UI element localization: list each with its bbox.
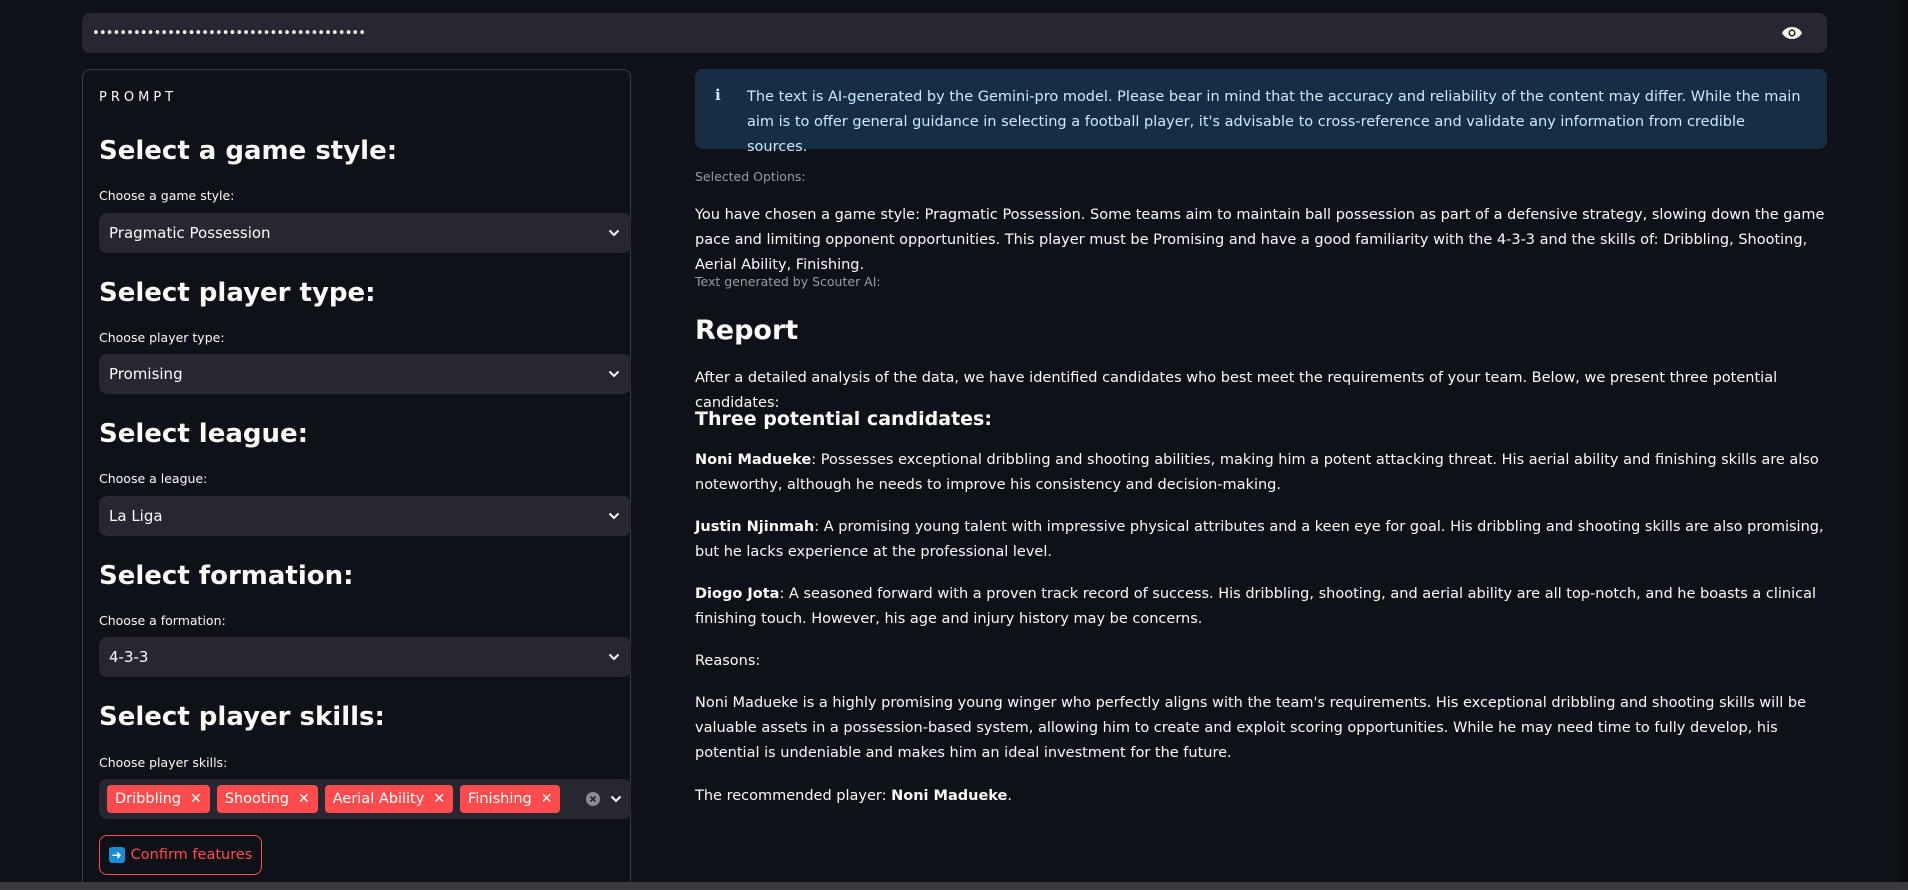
skills-title: Select player skills: — [99, 702, 385, 732]
generated-label: Text generated by Scouter AI: — [695, 274, 881, 289]
skills-multiselect[interactable]: Dribbling ✕ Shooting ✕ Aerial Ability ✕ … — [99, 779, 631, 819]
player-type-select[interactable]: Promising — [99, 354, 631, 394]
skill-tag-label: Finishing — [468, 791, 532, 807]
api-key-value[interactable]: •••••••••••••••••••••••••••••••••••••••• — [92, 26, 1779, 41]
bottom-bar — [0, 882, 1908, 890]
remove-tag-icon[interactable]: ✕ — [298, 791, 310, 807]
candidate-description: : A seasoned forward with a proven track… — [695, 586, 1816, 627]
league-value: La Liga — [109, 507, 163, 525]
skills-label: Choose player skills: — [99, 755, 228, 770]
scrollbar-track[interactable] — [1901, 0, 1908, 882]
skill-tag: Aerial Ability ✕ — [324, 785, 454, 813]
game-style-select[interactable]: Pragmatic Possession — [99, 213, 631, 253]
game-style-title: Select a game style: — [99, 136, 398, 166]
chevron-down-icon[interactable] — [607, 509, 621, 523]
reasons-text: Noni Madueke is a highly promising young… — [695, 695, 1806, 761]
info-icon: ℹ — [715, 86, 721, 104]
candidate-name: Justin Njinmah — [695, 519, 815, 535]
player-type-label: Choose player type: — [99, 330, 225, 345]
reasons-label: Reasons: — [695, 653, 761, 669]
player-type-value: Promising — [109, 365, 183, 383]
app-page: ••••••••••••••••••••••••••••••••••••••••… — [0, 0, 1908, 890]
candidate-description: : A promising young talent with impressi… — [695, 519, 1824, 560]
game-style-label: Choose a game style: — [99, 188, 235, 203]
candidate-name: Noni Madueke — [695, 452, 812, 468]
candidates-subtitle: Three potential candidates: — [695, 408, 992, 430]
recommended-prefix: The recommended player: — [695, 788, 892, 804]
player-type-title: Select player type: — [99, 278, 376, 308]
skill-tag: Dribbling ✕ — [107, 785, 210, 813]
league-label: Choose a league: — [99, 471, 208, 486]
league-title: Select league: — [99, 419, 309, 449]
formation-title: Select formation: — [99, 561, 354, 591]
recommended-player: The recommended player: Noni Madueke. — [695, 784, 1825, 809]
arrow-right-icon: ➜ — [108, 847, 125, 863]
report-title: Report — [695, 315, 799, 346]
confirm-features-button[interactable]: ➜ Confirm features — [99, 835, 262, 875]
chevron-down-icon[interactable] — [609, 792, 623, 806]
recommended-name: Noni Madueke — [891, 788, 1008, 804]
skill-tag-label: Shooting — [224, 791, 289, 807]
panel-caption: PROMPT — [99, 90, 178, 105]
league-select[interactable]: La Liga — [99, 496, 631, 536]
clear-all-icon[interactable] — [585, 791, 601, 807]
remove-tag-icon[interactable]: ✕ — [433, 791, 445, 807]
candidate-item: Justin Njinmah: A promising young talent… — [695, 515, 1825, 565]
candidate-item: Noni Madueke: Possesses exceptional drib… — [695, 448, 1825, 498]
candidate-item: Diogo Jota: A seasoned forward with a pr… — [695, 582, 1825, 632]
skill-tag-label: Aerial Ability — [332, 791, 425, 807]
skill-tag: Finishing ✕ — [460, 785, 561, 813]
formation-value: 4-3-3 — [109, 648, 149, 666]
formation-label: Choose a formation: — [99, 613, 226, 628]
api-key-input[interactable]: •••••••••••••••••••••••••••••••••••••••• — [82, 13, 1827, 53]
skill-tag: Shooting ✕ — [216, 785, 318, 813]
info-text: The text is AI-generated by the Gemini-p… — [747, 89, 1801, 155]
recommended-suffix: . — [1007, 788, 1012, 804]
chevron-down-icon[interactable] — [607, 367, 621, 381]
remove-tag-icon[interactable]: ✕ — [541, 791, 553, 807]
info-alert: ℹ The text is AI-generated by the Gemini… — [695, 69, 1827, 155]
eye-icon[interactable] — [1779, 23, 1805, 43]
confirm-features-label: Confirm features — [130, 847, 253, 863]
candidate-description: : Possesses exceptional dribbling and sh… — [695, 452, 1819, 493]
candidate-name: Diogo Jota — [695, 586, 780, 602]
chevron-down-icon[interactable] — [607, 650, 621, 664]
prompt-panel: PROMPT Select a game style: Choose a gam… — [82, 69, 631, 890]
remove-tag-icon[interactable]: ✕ — [190, 791, 202, 807]
game-style-value: Pragmatic Possession — [109, 224, 271, 242]
selected-options-text: You have chosen a game style: Pragmatic … — [695, 207, 1825, 273]
chevron-down-icon[interactable] — [607, 226, 621, 240]
selected-options-label: Selected Options: — [695, 169, 806, 184]
skill-tag-label: Dribbling — [115, 791, 182, 807]
formation-select[interactable]: 4-3-3 — [99, 637, 631, 677]
